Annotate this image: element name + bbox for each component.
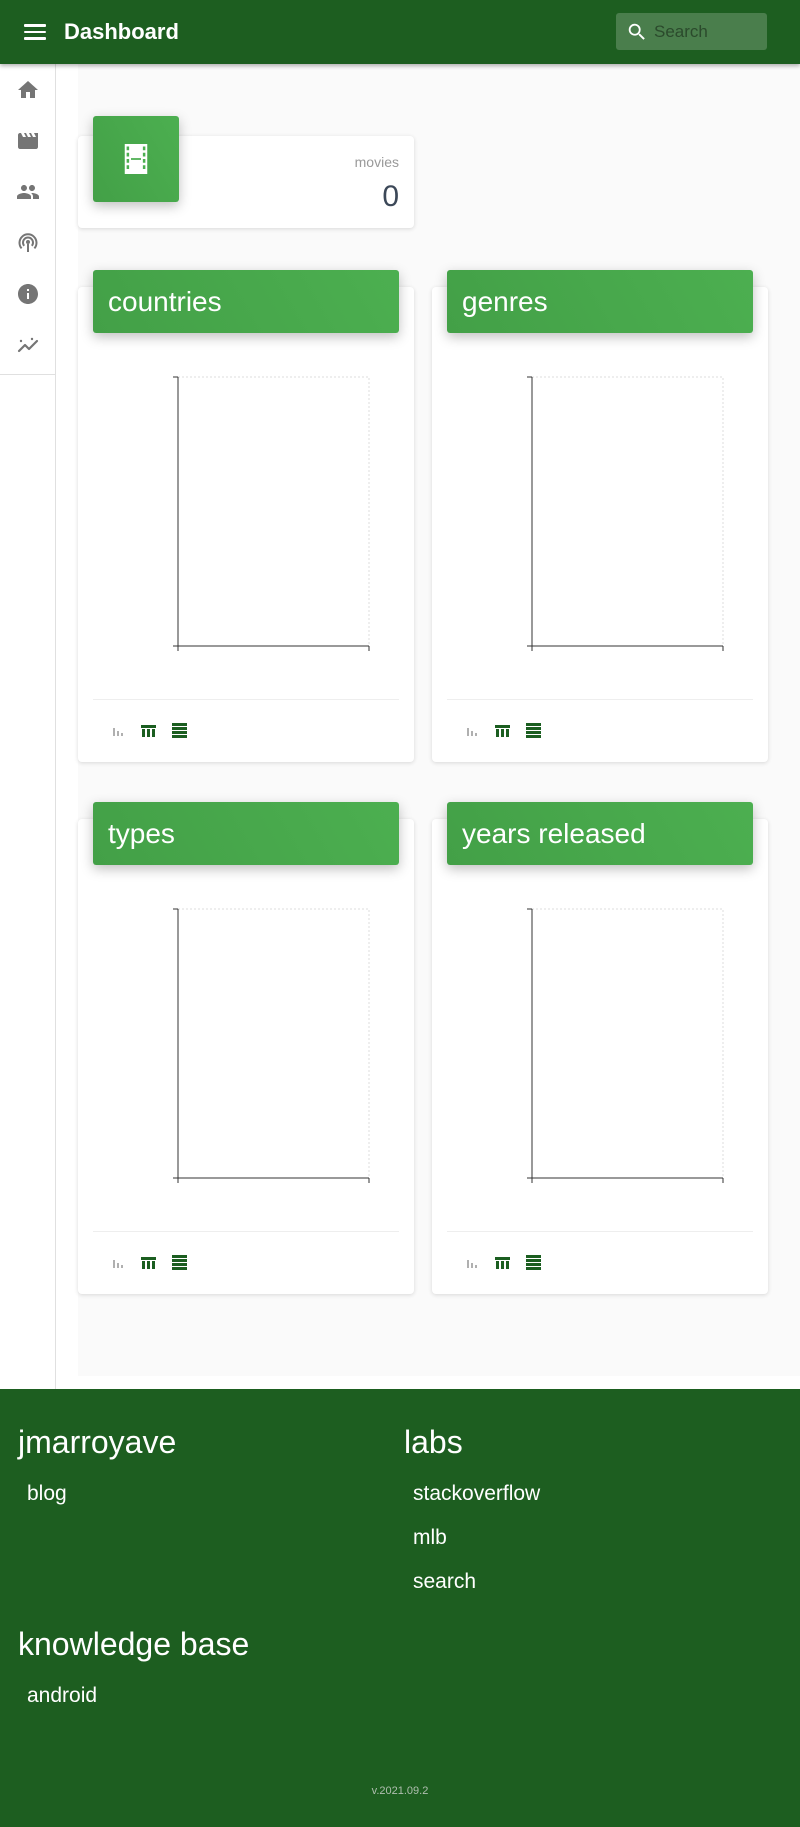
- list-icon: [526, 722, 541, 743]
- divider: [93, 699, 399, 700]
- chart-toolbar: [462, 722, 543, 743]
- footer-link-stackoverflow[interactable]: stackoverflow: [413, 1482, 540, 1506]
- bar-chart-icon: [466, 1256, 478, 1274]
- table-icon: [141, 1256, 156, 1274]
- podcast-icon: [18, 232, 38, 252]
- bar-chart-view-button[interactable]: [108, 1255, 127, 1274]
- footer-link-android[interactable]: android: [27, 1684, 97, 1708]
- chart-card-genres: genres: [432, 270, 768, 762]
- table-icon: [495, 1256, 510, 1274]
- bar-chart-icon: [112, 1256, 124, 1274]
- people-icon: [17, 184, 39, 199]
- bar-chart-icon: [466, 724, 478, 742]
- chart-toolbar: [108, 1254, 189, 1275]
- chart-genres: [527, 376, 724, 651]
- search-icon: [628, 23, 645, 40]
- divider: [93, 1231, 399, 1232]
- list-icon: [172, 722, 187, 743]
- bar-chart-view-button[interactable]: [108, 723, 127, 742]
- list-icon: [172, 1254, 187, 1275]
- movie-icon: [18, 132, 38, 149]
- chart-toolbar: [462, 1254, 543, 1275]
- sidebar-divider: [0, 374, 55, 375]
- sidebar-item-info[interactable]: [0, 268, 56, 319]
- footer-section-title: knowledge base: [18, 1626, 250, 1662]
- chart-card-types: types: [78, 802, 414, 1294]
- chart-years-released: [527, 908, 724, 1183]
- plot-area: [531, 376, 724, 647]
- bar-chart-view-button[interactable]: [462, 723, 481, 742]
- sidebar-item-podcast[interactable]: [0, 217, 56, 268]
- divider: [447, 1231, 753, 1232]
- list-view-button[interactable]: [170, 722, 189, 743]
- menu-icon[interactable]: [24, 18, 52, 46]
- plot-area: [177, 376, 370, 647]
- stat-icon-box: [93, 116, 179, 202]
- divider: [447, 699, 753, 700]
- version-text: v.2021.09.2: [371, 1785, 429, 1797]
- sidebar: [0, 64, 56, 1389]
- plot-area: [177, 908, 370, 1179]
- list-icon: [526, 1254, 541, 1275]
- chart-toolbar: [108, 722, 189, 743]
- footer-section-title: jmarroyave: [18, 1424, 177, 1460]
- main-content: movies 0 countries genres types years re…: [78, 64, 800, 1376]
- table-icon: [141, 724, 156, 742]
- movies-stat-card: movies 0: [78, 116, 414, 228]
- plot-area: [531, 908, 724, 1179]
- sidebar-item-home[interactable]: [0, 64, 56, 115]
- bar-chart-icon: [112, 724, 124, 742]
- chart-countries: [173, 376, 370, 651]
- sidebar-item-people[interactable]: [0, 166, 56, 217]
- footer-section-title: labs: [404, 1424, 463, 1460]
- table-view-button[interactable]: [139, 1255, 158, 1274]
- app-bar: Dashboard: [0, 0, 800, 64]
- film-icon: [124, 144, 148, 174]
- table-icon: [495, 724, 510, 742]
- footer-link-mlb[interactable]: mlb: [413, 1526, 447, 1550]
- stat-label: movies: [354, 154, 399, 170]
- footer-link-blog[interactable]: blog: [27, 1482, 67, 1506]
- stat-value: 0: [382, 180, 399, 213]
- list-view-button[interactable]: [524, 1254, 543, 1275]
- list-view-button[interactable]: [170, 1254, 189, 1275]
- home-icon: [18, 80, 38, 98]
- list-view-button[interactable]: [524, 722, 543, 743]
- chart-types: [173, 908, 370, 1183]
- table-view-button[interactable]: [139, 723, 158, 742]
- chart-card-countries: countries: [78, 270, 414, 762]
- table-view-button[interactable]: [493, 1255, 512, 1274]
- search-input[interactable]: [654, 21, 759, 42]
- sidebar-item-insights[interactable]: [0, 319, 56, 370]
- chart-card-years-released: years released: [432, 802, 768, 1294]
- page-title: Dashboard: [64, 19, 179, 44]
- bar-chart-view-button[interactable]: [462, 1255, 481, 1274]
- footer-link-search[interactable]: search: [413, 1570, 476, 1594]
- info-icon: [18, 283, 38, 304]
- sidebar-item-movies[interactable]: [0, 115, 56, 166]
- insights-icon: [17, 337, 39, 352]
- footer: jmarroyave blog labs stackoverflow mlb s…: [0, 1389, 800, 1827]
- table-view-button[interactable]: [493, 723, 512, 742]
- search-box[interactable]: [616, 13, 767, 50]
